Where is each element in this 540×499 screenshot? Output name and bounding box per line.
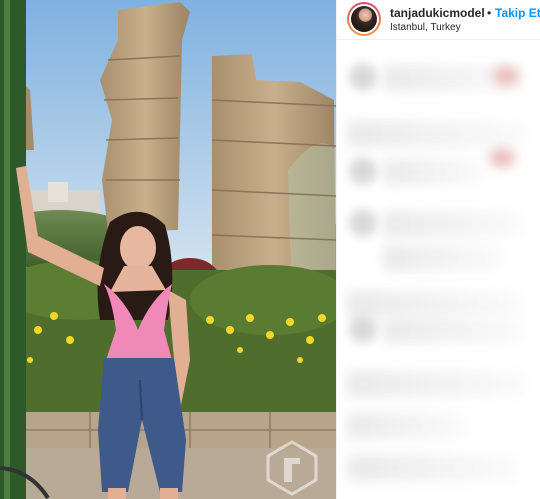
blurred-avatar [349,315,377,343]
blurred-comment [347,455,517,481]
blurred-comment [383,211,523,237]
blurred-comments-area [337,41,540,499]
header-separator: • [487,6,492,20]
instagram-post-view: tanjadukicmodel • Takip Et Istanbul, Tur… [0,0,540,499]
avatar [351,6,377,32]
blurred-badge [493,67,519,85]
post-header: tanjadukicmodel • Takip Et Istanbul, Tur… [337,0,540,40]
profile-avatar-icon[interactable] [347,2,381,36]
blurred-comment [383,245,503,271]
logo-watermark-icon [266,440,318,496]
photo-illustration [0,0,336,499]
avatar-ring [349,4,379,34]
post-photo[interactable] [0,0,336,499]
blurred-comment [347,413,467,439]
post-side-panel: tanjadukicmodel • Takip Et Istanbul, Tur… [336,0,540,499]
blurred-comment [383,317,523,343]
location-link[interactable]: Istanbul, Turkey [390,22,461,33]
follow-button[interactable]: Takip Et [495,6,540,20]
blurred-comment [347,121,527,147]
username-link[interactable]: tanjadukicmodel [390,6,485,20]
blurred-avatar [349,157,377,185]
blurred-comment [383,159,483,185]
blurred-comment [347,291,523,317]
blurred-avatar [349,63,377,91]
blurred-comment [347,371,527,397]
blurred-avatar [349,209,377,237]
blurred-badge [489,149,515,167]
